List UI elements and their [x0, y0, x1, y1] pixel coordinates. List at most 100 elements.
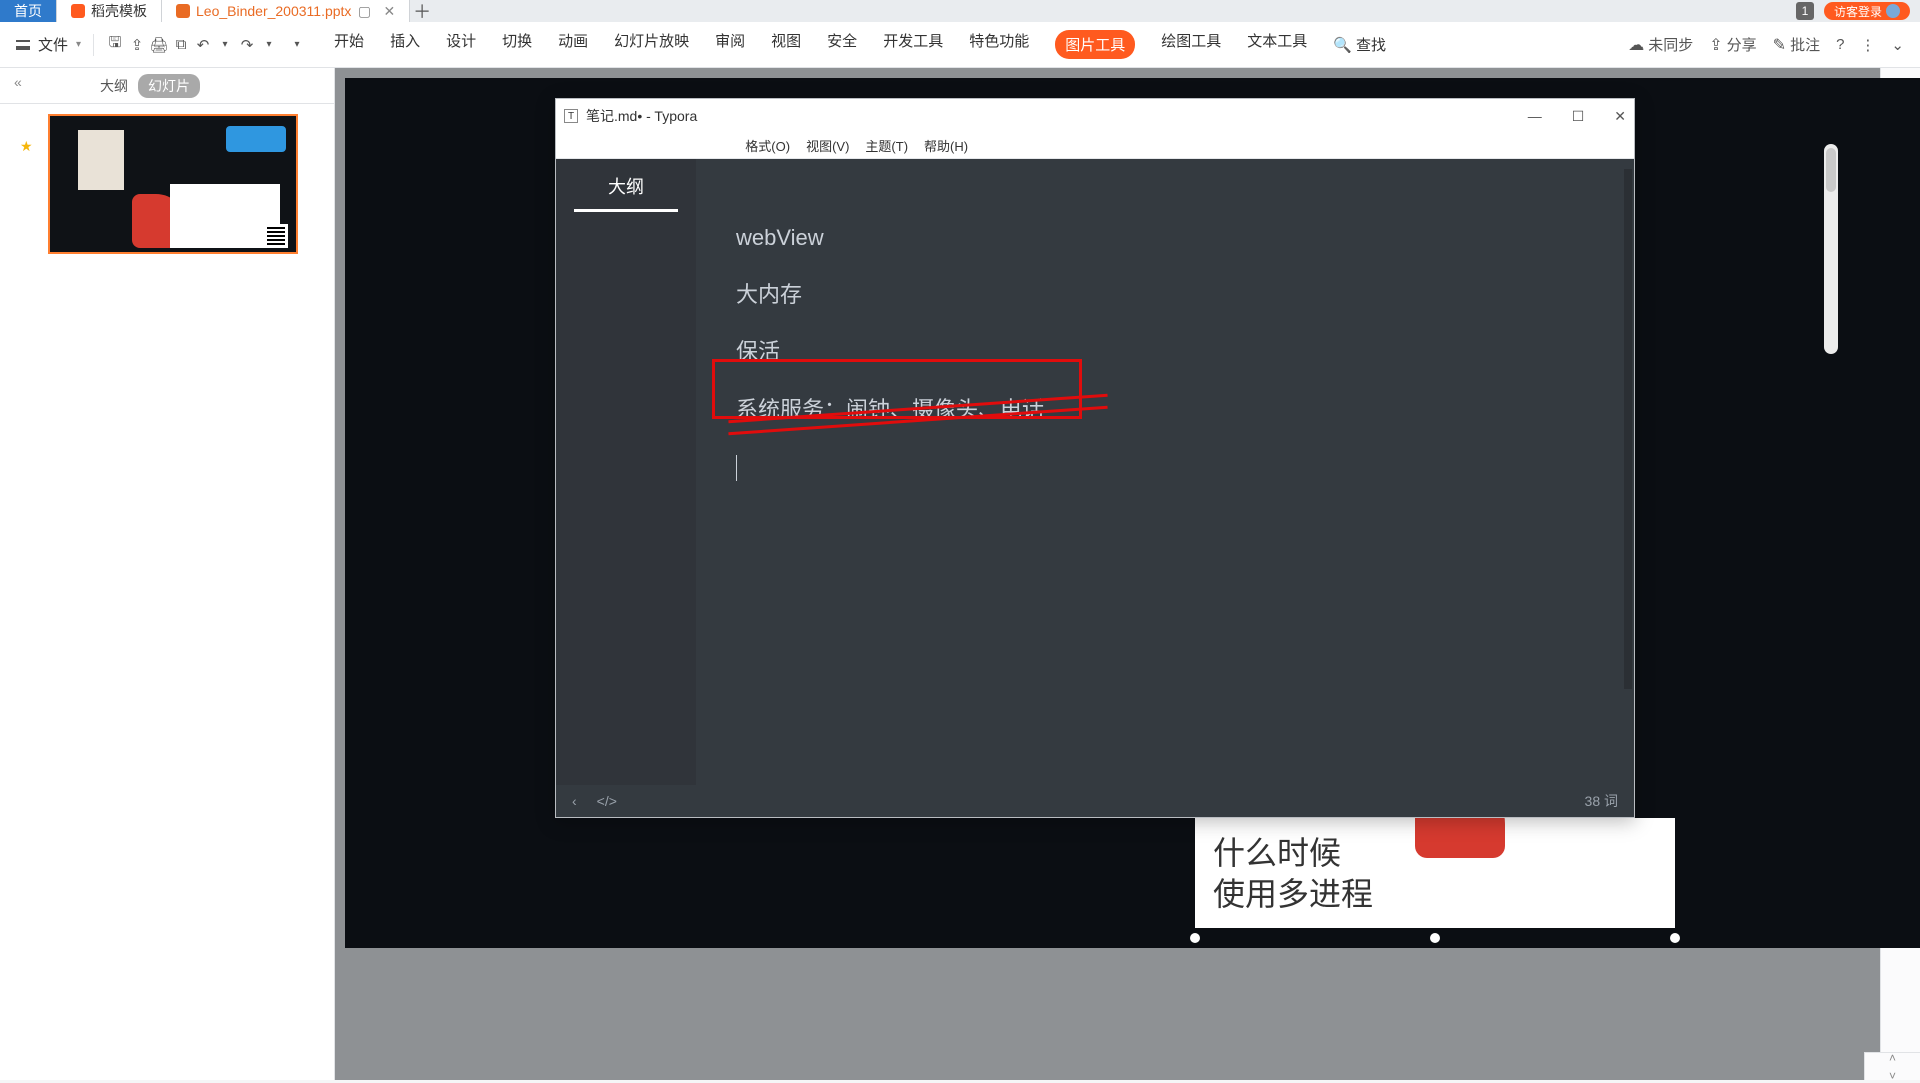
- slide-text-line1: 什么时候: [1213, 833, 1437, 875]
- notification-badge[interactable]: 1: [1796, 2, 1814, 20]
- ribbon-tab-devtools[interactable]: 开发工具: [883, 30, 943, 59]
- avatar-icon: [1886, 4, 1900, 18]
- handle-left[interactable]: [1190, 933, 1200, 943]
- stage-scrollbar[interactable]: [1824, 144, 1838, 354]
- slide-thumbnail-1[interactable]: [48, 114, 298, 254]
- typora-menu-help[interactable]: 帮助(H): [924, 136, 968, 155]
- app-tabstrip: 首页 稻壳模板 Leo_Binder_200311.pptx ▢ ✕ ＋ 1 访…: [0, 0, 1920, 22]
- export-icon[interactable]: ⇪: [128, 36, 146, 54]
- sync-label: 未同步: [1648, 34, 1693, 55]
- tab-close-icon[interactable]: ✕: [383, 3, 395, 20]
- print-preview-icon[interactable]: ⧉: [172, 36, 190, 54]
- undo-menu-icon[interactable]: ▾: [216, 36, 234, 54]
- quickaccess-menu-icon[interactable]: ▾: [288, 36, 306, 54]
- hamburger-icon: [16, 40, 30, 50]
- more-button[interactable]: ⋮: [1860, 36, 1875, 54]
- slide-panel-tabs: 大纲 幻灯片: [0, 68, 334, 104]
- ribbon-tab-view[interactable]: 视图: [771, 30, 801, 59]
- status-up-icon[interactable]: ˄: [1889, 1051, 1896, 1065]
- ribbon-tab-start[interactable]: 开始: [334, 30, 364, 59]
- search-label: 查找: [1356, 34, 1386, 55]
- typora-menubar: 文件(F) 编辑(E) 段落(P) 格式(O) 视图(V) 主题(T) 帮助(H…: [556, 133, 1634, 159]
- typora-body: 大纲 webView 大内存 保活 系统服务：闹钟、摄像头、电话: [556, 159, 1634, 785]
- ribbon-tab-security[interactable]: 安全: [827, 30, 857, 59]
- window-close-button[interactable]: ✕: [1614, 108, 1626, 125]
- tab-dkm-label: 稻壳模板: [91, 1, 147, 21]
- handle-right[interactable]: [1670, 933, 1680, 943]
- annotate-icon: ✎: [1773, 35, 1786, 55]
- tab-pptx-file[interactable]: Leo_Binder_200311.pptx ▢ ✕: [162, 0, 410, 22]
- typora-menu-view[interactable]: 视图(V): [806, 136, 849, 155]
- typora-wordcount[interactable]: 38 词: [1585, 791, 1618, 811]
- help-button[interactable]: ?: [1836, 36, 1844, 53]
- typora-outline-label[interactable]: 大纲: [556, 159, 696, 209]
- typora-window: T 笔记.md• - Typora — ☐ ✕ 文件(F) 编辑(E) 段落(P…: [555, 98, 1635, 818]
- undo-icon[interactable]: ↶: [194, 36, 212, 54]
- typora-outline-underline: [574, 209, 678, 212]
- ribbon-tabs: 开始 插入 设计 切换 动画 幻灯片放映 审阅 视图 安全 开发工具 特色功能 …: [334, 30, 1386, 59]
- handle-mid[interactable]: [1430, 933, 1440, 943]
- star-icon[interactable]: ★: [20, 138, 33, 155]
- ribbon-tab-animation[interactable]: 动画: [558, 30, 588, 59]
- separator: [93, 34, 94, 56]
- slide-stage: 🎓 学课堂 什么时候 使用多进程: [335, 68, 1880, 1080]
- editor-scrollbar[interactable]: [1624, 169, 1632, 689]
- ribbon-tab-draw-tools[interactable]: 绘图工具: [1161, 30, 1221, 59]
- tab-add-button[interactable]: ＋: [410, 0, 434, 22]
- sync-status[interactable]: ☁未同步: [1628, 34, 1693, 55]
- ribbon-tab-slideshow[interactable]: 幻灯片放映: [614, 30, 689, 59]
- editor-line-1: webView: [736, 209, 1594, 266]
- window-minimize-button[interactable]: —: [1528, 108, 1542, 125]
- editor-line-4: 系统服务：闹钟、摄像头、电话: [736, 381, 1044, 438]
- typora-menu-theme[interactable]: 主题(T): [865, 136, 908, 155]
- ribbon-tab-review[interactable]: 审阅: [715, 30, 745, 59]
- typora-outline-panel: 大纲: [556, 159, 696, 785]
- redo-icon[interactable]: ↷: [238, 36, 256, 54]
- status-down-icon[interactable]: ˅: [1889, 1069, 1896, 1083]
- login-label: 访客登录: [1834, 3, 1882, 20]
- ribbon-tab-transition[interactable]: 切换: [502, 30, 532, 59]
- thumb-bluechip: [226, 126, 286, 152]
- window-maximize-button[interactable]: ☐: [1572, 108, 1585, 125]
- slide-image-figure: [1455, 818, 1675, 928]
- status-nav: ˄ ˅: [1864, 1052, 1920, 1080]
- annotate-label: 批注: [1790, 34, 1820, 55]
- redo-menu-icon[interactable]: ▾: [260, 36, 278, 54]
- editor-line-caret: [736, 438, 1594, 495]
- save-icon[interactable]: 🖫: [106, 36, 124, 54]
- ribbon-tab-insert[interactable]: 插入: [390, 30, 420, 59]
- ribbon-search[interactable]: 🔍查找: [1333, 30, 1386, 59]
- ribbon-tab-design[interactable]: 设计: [446, 30, 476, 59]
- typora-footer: ‹ </> 38 词: [556, 785, 1634, 817]
- tab-dkm-template[interactable]: 稻壳模板: [57, 0, 162, 22]
- collapse-panel-icon[interactable]: «: [14, 74, 22, 90]
- share-button[interactable]: ⇪分享: [1709, 34, 1756, 55]
- tab-home[interactable]: 首页: [0, 0, 57, 22]
- collapse-ribbon-button[interactable]: ⌄: [1891, 36, 1904, 54]
- file-menu[interactable]: 文件 ▾: [16, 34, 81, 55]
- typora-menu-format[interactable]: 格式(O): [745, 136, 790, 155]
- panel-tab-slides[interactable]: 幻灯片: [138, 74, 200, 98]
- ribbon-tab-featured[interactable]: 特色功能: [969, 30, 1029, 59]
- share-label: 分享: [1727, 34, 1757, 55]
- slide-image-object[interactable]: 什么时候 使用多进程: [1195, 818, 1675, 928]
- annotate-button[interactable]: ✎批注: [1773, 34, 1820, 55]
- typora-back-icon[interactable]: ‹: [572, 793, 577, 809]
- slide-panel: « 大纲 幻灯片 ★: [0, 68, 335, 1080]
- ribbon-tab-picture-tools[interactable]: 图片工具: [1055, 30, 1135, 59]
- panel-tab-outline[interactable]: 大纲: [100, 76, 128, 96]
- print-icon[interactable]: 🖨: [150, 36, 168, 54]
- chevron-down-icon: ▾: [76, 39, 81, 50]
- tab-window-icon[interactable]: ▢: [357, 4, 371, 18]
- typora-source-icon[interactable]: </>: [597, 793, 617, 809]
- selection-handles: [1190, 933, 1680, 943]
- typora-editor[interactable]: webView 大内存 保活 系统服务：闹钟、摄像头、电话: [696, 159, 1634, 785]
- workspace: « 大纲 幻灯片 ★ 🎓 学课堂 什么时候 使用: [0, 68, 1920, 1080]
- ribbon-tab-text-tools[interactable]: 文本工具: [1247, 30, 1307, 59]
- docer-icon: [71, 4, 85, 18]
- typora-titlebar[interactable]: T 笔记.md• - Typora — ☐ ✕: [556, 99, 1634, 133]
- login-button[interactable]: 访客登录: [1824, 2, 1910, 20]
- scrollbar-thumb[interactable]: [1826, 148, 1836, 192]
- slide-text-line2: 使用多进程: [1213, 874, 1437, 916]
- tab-pptx-label: Leo_Binder_200311.pptx: [196, 3, 351, 19]
